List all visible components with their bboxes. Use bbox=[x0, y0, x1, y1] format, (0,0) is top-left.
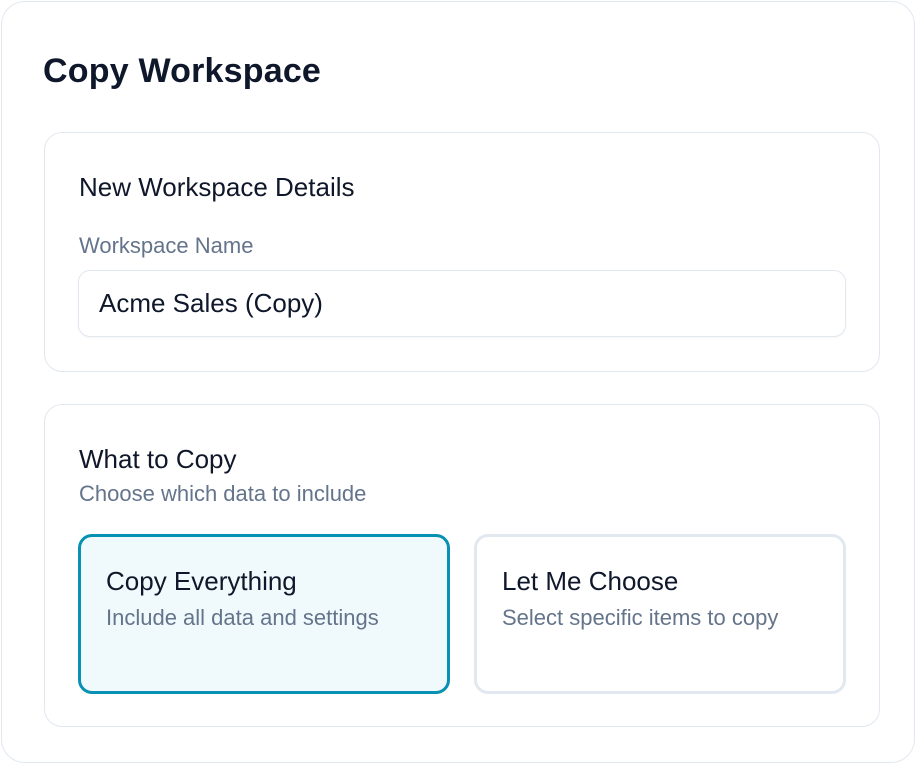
option-description: Select specific items to copy bbox=[502, 605, 779, 630]
option-title: Copy Everything bbox=[106, 566, 297, 596]
workspace-name-input[interactable] bbox=[78, 270, 846, 337]
details-heading: New Workspace Details bbox=[79, 172, 355, 202]
let-me-choose-option[interactable]: Let Me Choose Select specific items to c… bbox=[474, 534, 846, 694]
dialog-title: Copy Workspace bbox=[43, 52, 322, 90]
copy-subheading: Choose which data to include bbox=[79, 481, 367, 506]
copy-everything-option[interactable]: Copy Everything Include all data and set… bbox=[78, 534, 450, 694]
workspace-details-section: New Workspace Details Workspace Name bbox=[44, 132, 880, 372]
option-description: Include all data and settings bbox=[106, 605, 379, 630]
workspace-name-label: Workspace Name bbox=[79, 233, 254, 258]
copy-workspace-dialog: Copy Workspace New Workspace Details Wor… bbox=[1, 1, 915, 763]
what-to-copy-section: What to Copy Choose which data to includ… bbox=[44, 404, 880, 727]
option-title: Let Me Choose bbox=[502, 566, 679, 596]
copy-heading: What to Copy bbox=[79, 444, 237, 474]
